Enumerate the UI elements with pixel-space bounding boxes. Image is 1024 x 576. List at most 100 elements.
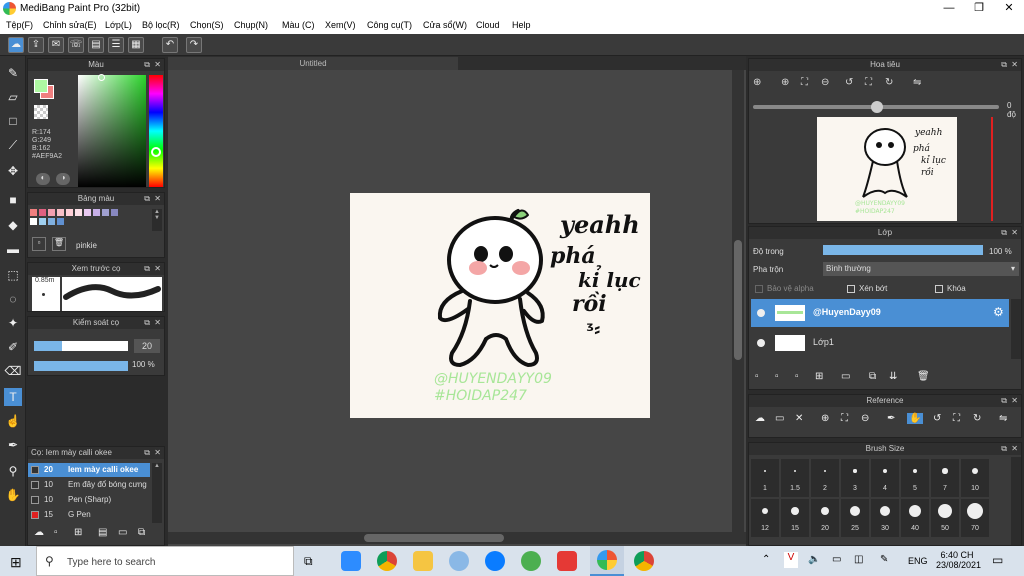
rotation-thumb[interactable] xyxy=(871,101,883,113)
comment-icon[interactable]: ✉ xyxy=(48,37,64,53)
brush-size-cell[interactable]: 70 xyxy=(961,499,989,537)
hue-slider[interactable] xyxy=(149,75,163,187)
file-explorer-icon[interactable] xyxy=(413,551,433,571)
gradient-tool-icon[interactable]: ▬ xyxy=(4,240,22,258)
folder-icon[interactable]: ▭ xyxy=(118,527,127,538)
rectangle-tool-icon[interactable]: □ xyxy=(4,112,22,130)
new-palette-icon[interactable]: ▫ xyxy=(32,237,46,251)
reference-zoom-out-icon[interactable]: ⊖ xyxy=(861,413,869,424)
palette-swatch[interactable] xyxy=(48,209,55,216)
brush-size-cell[interactable]: 5 xyxy=(901,459,929,497)
layer-scrollbar[interactable] xyxy=(1011,299,1021,359)
tab-untitled[interactable]: Untitled xyxy=(168,57,458,70)
rotate-left-icon[interactable]: ↺ xyxy=(845,77,853,88)
reference-fit-window-icon[interactable]: ⛶ xyxy=(953,413,960,424)
palette-swatch[interactable] xyxy=(84,209,91,216)
palette-scrollbar[interactable]: ▲ ▼ xyxy=(152,209,162,231)
brush-size-cell[interactable]: 12 xyxy=(751,499,779,537)
operation-tool-icon[interactable]: ☝ xyxy=(4,412,22,430)
palette-swatch[interactable] xyxy=(57,209,64,216)
eye-icon[interactable] xyxy=(757,309,765,317)
language-indicator[interactable]: ENG xyxy=(908,556,928,566)
brush-size-cell[interactable]: 50 xyxy=(931,499,959,537)
palette-swatch[interactable] xyxy=(111,209,118,216)
copy-brush-icon[interactable]: ⧉ xyxy=(138,527,145,538)
rotate-right-icon[interactable]: ↻ xyxy=(885,77,893,88)
magic-wand-tool-icon[interactable]: ✦ xyxy=(4,314,22,332)
palette-swatch[interactable] xyxy=(93,209,100,216)
gear-icon[interactable]: ⚙ xyxy=(993,305,1004,319)
reference-rotate-left-icon[interactable]: ↺ xyxy=(933,413,941,424)
hand-tool-icon[interactable]: ✋ xyxy=(4,486,22,504)
delete-layer-icon[interactable]: 🗑 xyxy=(917,371,930,382)
palette-swatch[interactable] xyxy=(30,218,37,225)
grid-icon[interactable]: ▦ xyxy=(128,37,144,53)
sv-cursor[interactable] xyxy=(98,74,105,81)
minimize-button[interactable]: — xyxy=(934,0,964,17)
chrome-profile-icon[interactable] xyxy=(634,551,654,571)
canvas-vertical-scrollbar[interactable] xyxy=(732,70,744,532)
layer-folder-icon[interactable]: ▭ xyxy=(841,371,850,382)
green-app-icon[interactable] xyxy=(521,551,541,571)
brush-tool-icon[interactable]: ✎ xyxy=(4,64,22,82)
paint-app-icon[interactable] xyxy=(449,551,469,571)
v-scroll-thumb[interactable] xyxy=(734,240,742,360)
network-icon[interactable]: ◫ xyxy=(854,554,863,565)
merge-layer-icon[interactable]: ⇊ xyxy=(889,371,897,382)
undo-icon[interactable]: ↶ xyxy=(162,37,178,53)
brush-size-cell[interactable]: 30 xyxy=(871,499,899,537)
brush-size-cell[interactable]: 1.5 xyxy=(781,459,809,497)
menu-capture[interactable]: Chụp(N) xyxy=(234,20,268,30)
drawing-paper[interactable]: yeahh phá kỉ lục rồi ᶾ⸗ @HUYENDAYY09 #HO… xyxy=(350,193,650,418)
cloud-icon[interactable]: ☁ xyxy=(8,37,24,53)
menu-tools[interactable]: Công cụ(T) xyxy=(367,20,412,30)
brush-size-cell[interactable]: 3 xyxy=(841,459,869,497)
brush-list-item[interactable]: 15 G Pen xyxy=(28,508,150,522)
reference-close-icon[interactable]: ✕ xyxy=(795,413,803,424)
maximize-button[interactable]: ❐ xyxy=(964,0,994,17)
reference-dropper-icon[interactable]: ✒ xyxy=(887,413,895,424)
brush-size-cell[interactable]: 2 xyxy=(811,459,839,497)
eye-icon[interactable] xyxy=(757,339,765,347)
menu-select[interactable]: Chọn(S) xyxy=(190,20,224,30)
delete-palette-icon[interactable]: 🗑 xyxy=(52,237,66,251)
menu-color[interactable]: Màu (C) xyxy=(282,20,315,30)
zalo-icon[interactable] xyxy=(485,551,505,571)
brush-settings-icon[interactable]: ▤ xyxy=(98,527,107,538)
h-scroll-thumb[interactable] xyxy=(364,534,504,542)
cloud-brush-icon[interactable]: ☁ xyxy=(34,527,44,538)
palette-icon[interactable]: ◐ xyxy=(36,173,50,185)
text-tool-icon[interactable]: T xyxy=(4,388,22,406)
brush-size-cell[interactable]: 10 xyxy=(961,459,989,497)
brush-list-scrollbar[interactable]: ▲ xyxy=(152,463,162,523)
brush-size-slider[interactable] xyxy=(34,341,128,351)
reference-hand-icon[interactable]: ✋ xyxy=(907,413,924,424)
pen-icon[interactable]: ✎ xyxy=(880,554,888,565)
clip-checkbox[interactable] xyxy=(847,285,855,293)
brush-size-value[interactable]: 20 xyxy=(134,339,160,353)
new-halftone-layer-icon[interactable]: ▫ xyxy=(775,371,779,382)
wps-office-icon[interactable] xyxy=(557,551,577,571)
new-brush-icon[interactable]: ▫ xyxy=(54,527,58,538)
redo-icon[interactable]: ↷ xyxy=(186,37,202,53)
reference-rotate-right-icon[interactable]: ↻ xyxy=(973,413,981,424)
fit-icon[interactable]: ⛶ xyxy=(801,77,808,88)
flip-icon[interactable]: ⇋ xyxy=(913,77,921,88)
zoom-in-icon[interactable]: ⊕ xyxy=(753,77,761,88)
saturation-value-area[interactable] xyxy=(78,75,146,187)
transparent-swatch[interactable] xyxy=(34,105,48,119)
palette-swatch[interactable] xyxy=(48,218,55,225)
brush-size-cell[interactable]: 40 xyxy=(901,499,929,537)
fill-rect-tool-icon[interactable]: ■ xyxy=(4,191,22,209)
add-layer-icon[interactable]: ⊞ xyxy=(815,371,823,382)
layer-row-0[interactable]: @HuyenDayy09 ⚙ xyxy=(751,299,1009,327)
brush-size-cell[interactable]: 25 xyxy=(841,499,869,537)
color-picker-icon[interactable]: ◑ xyxy=(56,173,70,185)
palette-swatch[interactable] xyxy=(57,218,64,225)
chevron-up-icon[interactable]: ⌃ xyxy=(762,554,770,565)
layer-opacity-slider[interactable] xyxy=(823,245,983,255)
clock[interactable]: 6:40 CH 23/08/2021 xyxy=(936,550,981,570)
brush-size-cell[interactable]: 15 xyxy=(781,499,809,537)
palette-swatch[interactable] xyxy=(75,209,82,216)
navigator-thumbnail[interactable]: yeahh phá kỉ lục rồi @HUYENDAYY09 #HOIDA… xyxy=(817,117,957,221)
